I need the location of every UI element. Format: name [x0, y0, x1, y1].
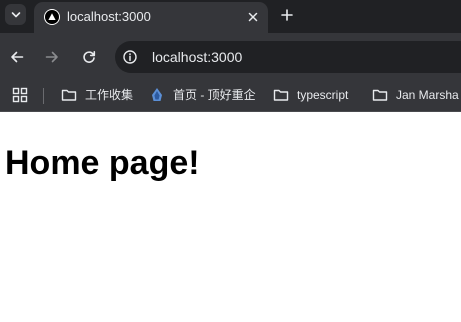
bookmark-site-home[interactable]: 首页 - 顶好重企 [149, 87, 256, 103]
page-content: Home page! [0, 112, 461, 322]
apps-grid-icon[interactable] [12, 87, 28, 103]
chevron-down-icon [11, 11, 20, 17]
site-logo-icon [149, 87, 165, 103]
address-bar[interactable]: localhost:3000 [115, 41, 461, 73]
triangle-logo-icon [44, 9, 60, 25]
bookmarks-divider [43, 88, 44, 104]
folder-icon [273, 87, 289, 103]
tab-strip: localhost:3000 [0, 0, 461, 33]
plus-icon [281, 9, 293, 21]
tab-active[interactable]: localhost:3000 [34, 2, 268, 33]
bookmark-label: typescript [297, 88, 349, 102]
toolbar: localhost:3000 [0, 33, 461, 80]
browser-window: localhost:3000 localhost:3000 工作收集 首页 - … [0, 0, 461, 322]
bookmark-label: 首页 - 顶好重企 [173, 88, 256, 102]
reload-icon [83, 51, 96, 63]
site-info-button[interactable] [121, 48, 139, 66]
bookmark-label: 工作收集 [85, 88, 134, 102]
url-text[interactable]: localhost:3000 [152, 48, 242, 66]
info-icon [123, 50, 137, 64]
bookmarks-bar: 工作收集 首页 - 顶好重企 typescript Jan Marsha [0, 80, 461, 112]
tab-search-button[interactable] [5, 4, 26, 25]
arrow-left-icon [11, 51, 24, 63]
tab-close-button[interactable] [244, 8, 262, 26]
new-tab-button[interactable] [278, 6, 296, 24]
back-button[interactable] [7, 47, 27, 67]
bookmark-label: Jan Marsha [396, 88, 459, 102]
reload-button[interactable] [79, 47, 99, 67]
tab-title: localhost:3000 [67, 9, 151, 24]
bookmark-folder-typescript[interactable]: typescript [273, 87, 348, 103]
forward-button[interactable] [42, 47, 62, 67]
page-title: Home page! [5, 144, 200, 182]
bookmark-folder-jan-marsha[interactable]: Jan Marsha [372, 87, 459, 103]
folder-icon [372, 87, 388, 103]
folder-icon [61, 87, 77, 103]
arrow-right-icon [45, 51, 58, 63]
bookmark-folder-work[interactable]: 工作收集 [61, 87, 133, 103]
close-icon [248, 12, 258, 22]
